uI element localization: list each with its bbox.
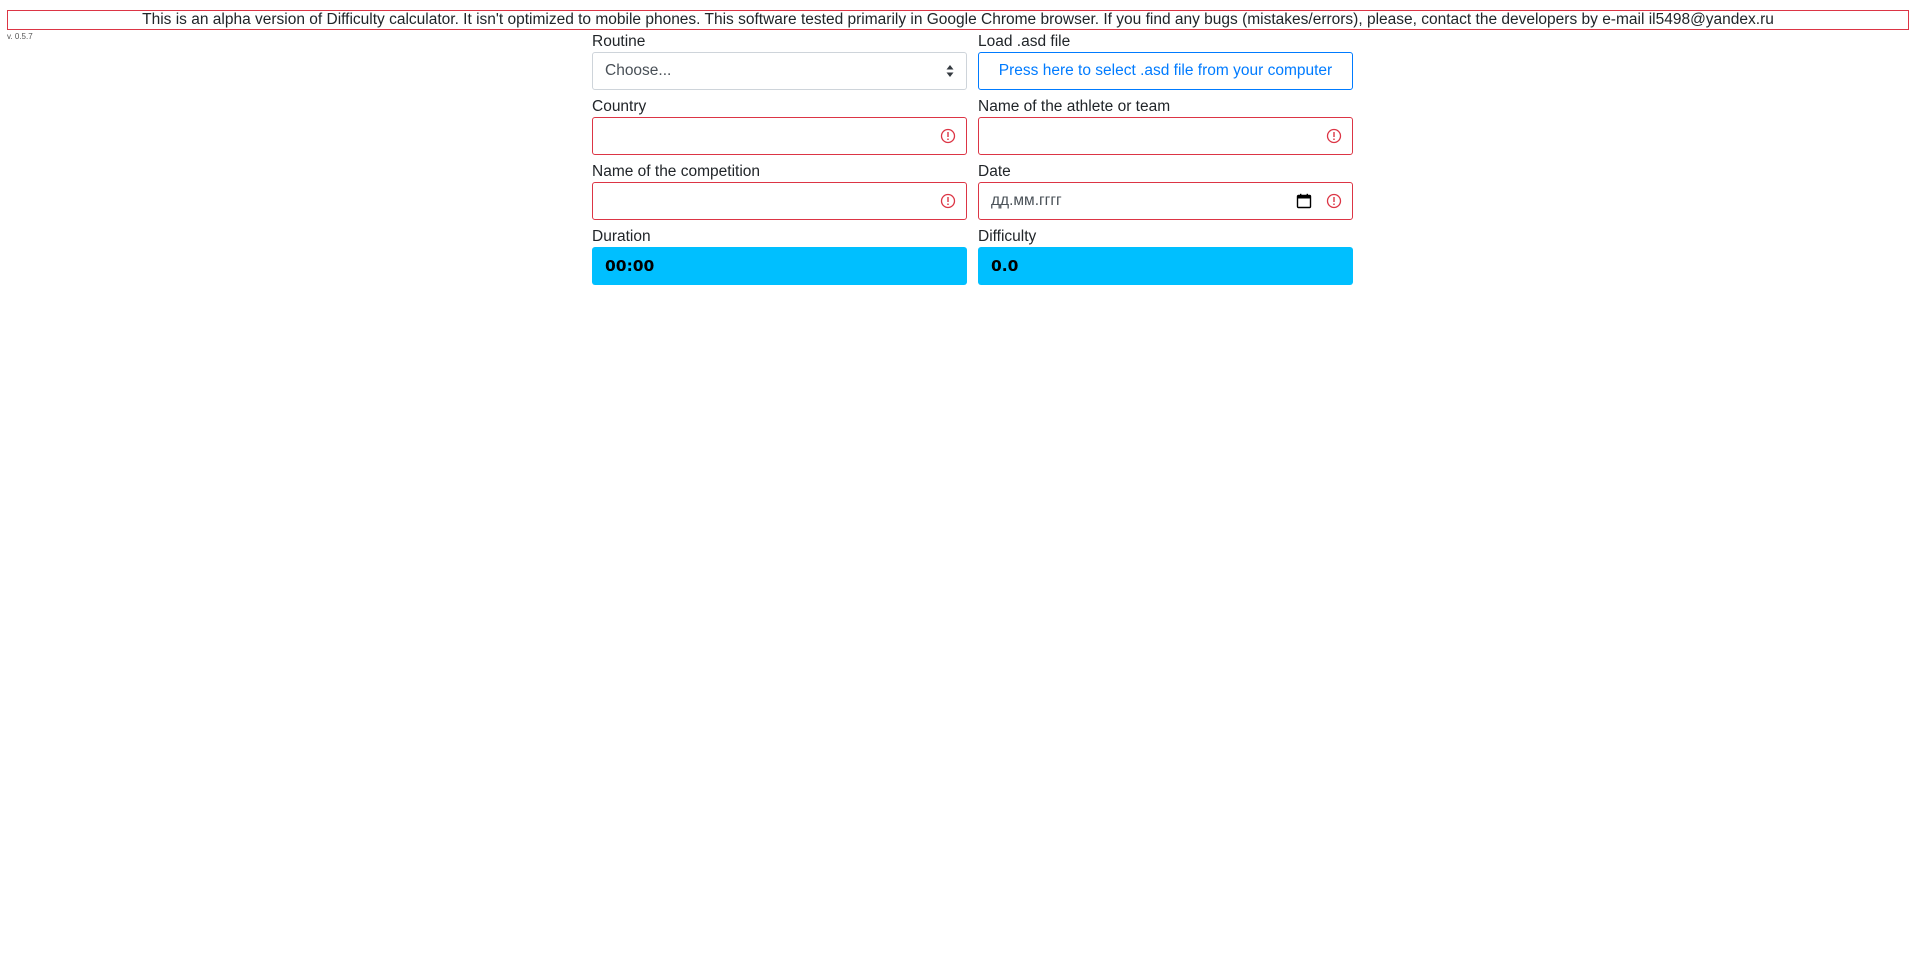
calendar-icon[interactable] [1296,193,1312,209]
form-row-4: Duration 00:00 Difficulty 0.0 [592,228,1354,285]
form-row-1: Routine Choose... Load .asd file Press h… [592,33,1354,90]
load-file-group: Load .asd file Press here to select .asd… [978,33,1353,90]
routine-label: Routine [592,33,646,50]
athlete-input[interactable] [978,117,1353,155]
exclamation-circle-icon [940,193,956,209]
country-label: Country [592,98,647,115]
alpha-warning-banner: This is an alpha version of Difficulty c… [7,10,1909,30]
exclamation-circle-icon [1326,193,1342,209]
difficulty-label: Difficulty [978,228,1037,245]
exclamation-circle-icon [1326,128,1342,144]
routine-select[interactable]: Choose... [592,52,967,90]
difficulty-output: 0.0 [978,247,1353,285]
date-input[interactable]: дд.мм.гггг [978,182,1353,220]
duration-label: Duration [592,228,651,245]
sort-arrows-icon [946,65,954,77]
duration-output: 00:00 [592,247,967,285]
duration-group: Duration 00:00 [592,228,967,285]
date-placeholder: дд.мм.гггг [991,192,1062,209]
competition-input[interactable] [592,182,967,220]
athlete-group: Name of the athlete or team [978,98,1353,155]
form-row-3: Name of the competition Date дд.мм.гггг [592,163,1354,220]
load-file-label: Load .asd file [978,33,1071,50]
competition-label: Name of the competition [592,163,761,180]
exclamation-circle-icon [940,128,956,144]
select-asd-file-button[interactable]: Press here to select .asd file from your… [978,52,1353,90]
form-row-2: Country Name of the athlete or team [592,98,1354,155]
competition-group: Name of the competition [592,163,967,220]
date-group: Date дд.мм.гггг [978,163,1353,220]
country-input[interactable] [592,117,967,155]
athlete-label: Name of the athlete or team [978,98,1171,115]
country-group: Country [592,98,967,155]
difficulty-form: Routine Choose... Load .asd file Press h… [592,33,1354,293]
routine-group: Routine Choose... [592,33,967,90]
routine-selected-value: Choose... [605,62,672,79]
date-label: Date [978,163,1011,180]
difficulty-group: Difficulty 0.0 [978,228,1353,285]
version-label: v. 0.5.7 [7,32,33,41]
